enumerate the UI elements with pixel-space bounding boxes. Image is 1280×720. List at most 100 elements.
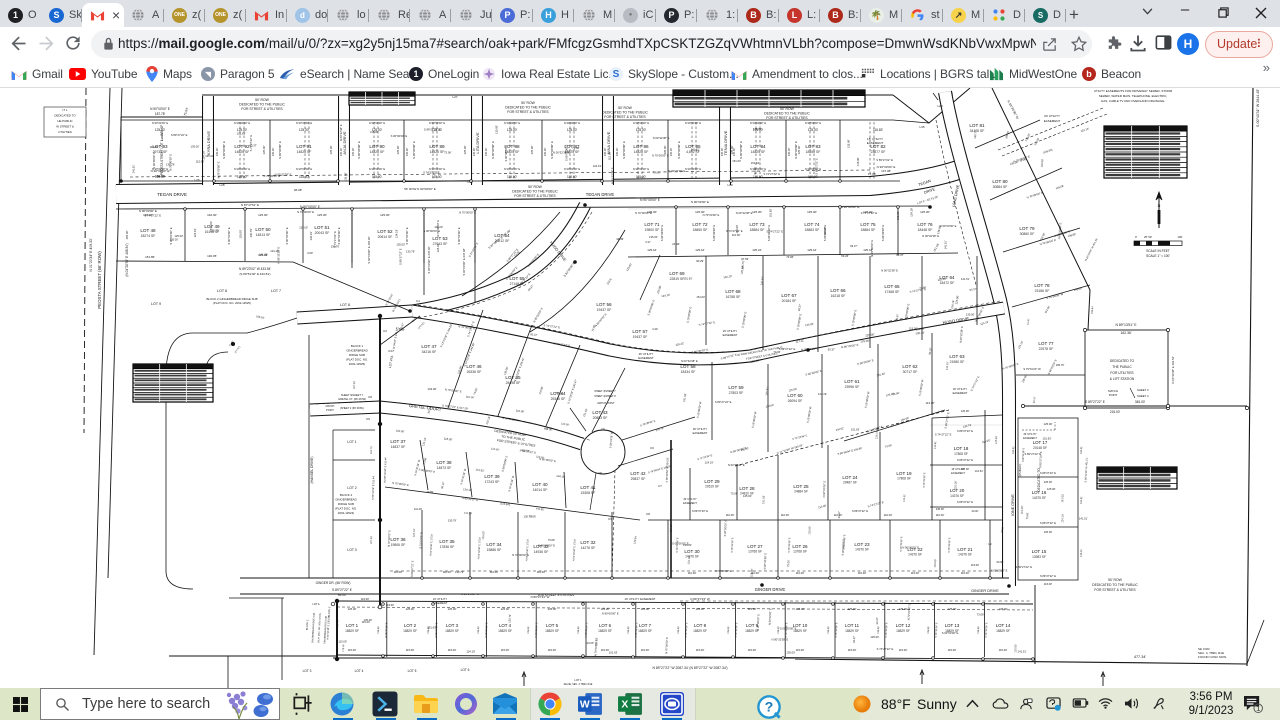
svg-text:110.00': 110.00' [456,365,463,375]
svg-text:?: ? [765,700,774,716]
svg-text:LOT 69: LOT 69 [669,271,685,276]
svg-text:26336 SF: 26336 SF [467,370,482,374]
svg-text:4.00': 4.00' [307,251,313,255]
svg-text:S 10°00'00" W: S 10°00'00" W [696,401,703,419]
svg-text:130.79': 130.79' [448,519,457,523]
svg-text:FOR STREET & UTILITIES: FOR STREET & UTILITIES [241,107,283,111]
svg-text:N 00°32'38" E: N 00°32'38" E [923,472,927,487]
svg-text:162.36': 162.36' [1120,331,1131,335]
svg-text:124.19': 124.19' [193,228,197,238]
svg-text:125.00': 125.00' [743,494,752,498]
svg-text:S 00°00'00" E: S 00°00'00" E [391,134,408,138]
svg-text:N 70°00'00" E: N 70°00'00" E [593,639,598,656]
svg-text:EASEMENT: EASEMENT [683,502,697,505]
svg-text:125.44': 125.44' [807,248,817,252]
svg-text:125.00': 125.00' [448,607,457,611]
svg-text:S 10°00'00" W: S 10°00'00" W [751,411,758,429]
svg-text:S 89°27'22" E: S 89°27'22" E [957,458,973,462]
svg-text:S 00°00'00" E: S 00°00'00" E [337,227,341,244]
svg-text:BLOCK 5: BLOCK 5 [328,606,332,617]
svg-text:110.00': 110.00' [443,570,452,574]
svg-text:SEWER, WATER MAIN, TELEPHONE,: SEWER, WATER MAIN, TELEPHONE, ELECTRIC, [1099,94,1168,98]
svg-text:LOT 67: LOT 67 [781,293,797,298]
svg-text:LOT 17: LOT 17 [1033,440,1048,445]
svg-text:S 00°00'00" E: S 00°00'00" E [942,631,959,635]
svg-text:115.00': 115.00' [372,175,383,179]
svg-text:N 90°00'00" E: N 90°00'00" E [750,121,766,125]
svg-text:N: N [1158,204,1161,208]
svg-text:170.76': 170.76' [656,427,665,433]
svg-text:151.63': 151.63' [732,159,741,163]
svg-text:151.63': 151.63' [768,208,772,217]
svg-text:135.00': 135.00' [329,145,333,155]
svg-text:141.51': 141.51' [975,469,984,473]
svg-text:LOT 26: LOT 26 [792,544,808,549]
svg-text:125.00': 125.00' [848,607,857,611]
svg-text:S 00°00'00" E: S 00°00'00" E [285,227,289,244]
svg-text:LOT 23: LOT 23 [854,542,870,547]
svg-text:S 00°00'00" E: S 00°00'00" E [357,141,361,159]
svg-text:151.63': 151.63' [696,295,705,299]
svg-text:N 00°32'38" E: N 00°32'38" E [435,622,439,637]
svg-text:18829 SF: 18829 SF [693,629,707,633]
svg-text:125.00': 125.00' [999,607,1008,611]
svg-text:110.00': 110.00' [953,480,957,489]
svg-text:LOT 83: LOT 83 [805,144,821,149]
svg-text:18829 SF: 18829 SF [896,629,910,633]
svg-text:125.00': 125.00' [567,128,578,132]
svg-text:135.00': 135.00' [1024,132,1032,142]
svg-text:110.00': 110.00' [726,513,735,517]
svg-text:S 10°00'00" W: S 10°00'00" W [806,406,813,424]
svg-text:LOT 37: LOT 37 [390,439,406,444]
svg-text:POINT: POINT [1109,393,1118,397]
svg-text:115.00': 115.00' [696,648,705,652]
svg-text:SHEET 6|SHEET 7: SHEET 6|SHEET 7 [341,393,364,397]
svg-text:148.08': 148.08' [1073,286,1083,292]
svg-text:110.00': 110.00' [490,570,499,574]
svg-text:S 89°27'22" E: S 89°27'22" E [171,133,188,137]
svg-text:N 90°00'00" E: N 90°00'00" E [152,121,168,125]
svg-text:EASEMENT: EASEMENT [433,601,448,605]
svg-text:C16: C16 [636,319,637,320]
svg-text:135.00': 135.00' [663,145,667,155]
svg-text:151.63': 151.63' [751,161,760,165]
svg-text:N 00°32'38" E: N 00°32'38" E [922,234,939,238]
svg-text:LOT 40: LOT 40 [532,482,548,487]
svg-text:LOT 4: LOT 4 [355,669,364,673]
svg-text:125.00': 125.00' [1080,548,1083,556]
svg-text:S 00°00'00" E: S 00°00'00" E [504,145,508,162]
svg-text:115.00': 115.00' [448,648,457,652]
svg-text:115.00': 115.00' [999,648,1008,652]
svg-text:135.00': 135.00' [797,145,801,155]
svg-text:S 80°43'37" E: S 80°43'37" E [462,496,479,502]
svg-text:EASEMENT: EASEMENT [723,333,738,337]
svg-text:N 00°32'38" E: N 00°32'38" E [276,247,280,264]
svg-text:115.00': 115.00' [971,563,980,567]
svg-text:73.42': 73.42' [1027,318,1031,325]
svg-text:130.79': 130.79' [331,245,340,249]
svg-text:GAS, CABLE TV AND OVERLAND DRA: GAS, CABLE TV AND OVERLAND DRAINAGE. [1101,99,1165,103]
svg-text:124.19': 124.19' [421,437,427,447]
svg-text:93.37': 93.37' [969,287,977,292]
svg-text:141.51': 141.51' [759,276,765,286]
svg-text:125.00': 125.00' [636,128,647,132]
svg-text:N 90°00'00" E: N 90°00'00" E [139,209,157,213]
svg-text:HE PUBLIC: HE PUBLIC [57,119,72,123]
svg-text:LOT 79: LOT 79 [1019,226,1035,231]
svg-text:36' UTILITY: 36' UTILITY [693,427,707,431]
svg-text:SE-NE, SEC. 4 T89N, R1E: SE-NE, SEC. 4 T89N, R1E [564,683,593,686]
svg-text:115.00': 115.00' [636,175,647,179]
svg-text:125.00': 125.00' [808,128,819,132]
svg-text:110.00': 110.00' [688,571,697,575]
svg-text:S 89°27'22" E: S 89°27'22" E [852,509,868,513]
svg-text:15886 SF: 15886 SF [487,548,502,552]
svg-text:LOT 84: LOT 84 [750,144,766,149]
svg-text:135.00': 135.00' [928,626,930,634]
svg-text:73.06': 73.06' [472,387,478,396]
svg-text:& LIFT STATION: & LIFT STATION [1110,377,1135,381]
svg-text:50' ROW: 50' ROW [1108,578,1122,582]
svg-text:124.19': 124.19' [270,249,279,253]
svg-text:111.29': 111.29' [464,511,473,516]
svg-text:110.00': 110.00' [537,570,546,574]
svg-text:LOT 8: LOT 8 [217,289,227,293]
